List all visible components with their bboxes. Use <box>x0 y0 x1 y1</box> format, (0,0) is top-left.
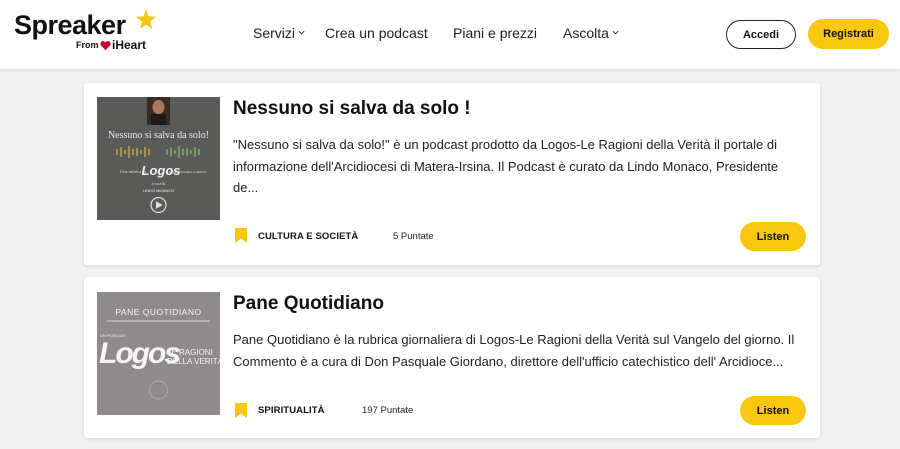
nav-item-crea-podcast[interactable]: Crea un podcast <box>325 25 428 41</box>
signup-button[interactable]: Registrati <box>808 19 889 49</box>
logo-from-text: From <box>76 40 99 50</box>
bookmark-icon <box>235 403 247 418</box>
chevron-down-icon <box>298 30 305 35</box>
cover-title-text: Nessuno si salva da solo! <box>108 130 209 141</box>
podcast-title[interactable]: Pane Quotidiano <box>233 293 384 315</box>
cover-brand-sub2-text: DELLA VERITÀ <box>167 357 220 366</box>
podcast-card[interactable]: Nessuno si salva da solo! Una rubrica di… <box>84 83 820 265</box>
bookmark-icon <box>235 228 247 243</box>
nav-item-label: Piani e prezzi <box>453 25 538 41</box>
nav-item-label: Servizi <box>253 25 296 41</box>
heart-icon <box>100 41 111 51</box>
site-header: Spreaker From iHeart Servizi Crea un pod… <box>0 0 900 70</box>
cover-title-text: PANE QUOTIDIANO <box>115 307 201 317</box>
podcast-category[interactable]: CULTURA E SOCIETÀ <box>258 231 358 242</box>
star-icon <box>135 8 157 30</box>
cover-artwork: Nessuno si salva da solo! Una rubrica di… <box>97 97 220 220</box>
cover-author-text: LINDO MONACO <box>143 188 174 193</box>
podcast-card[interactable]: PANE QUOTIDIANO UN PODCAST Logos LE RAGI… <box>84 277 820 438</box>
podcast-description: "Nessuno si salva da solo!" è un podcast… <box>233 137 779 195</box>
login-button[interactable]: Accedi <box>726 20 796 49</box>
cover-artwork: PANE QUOTIDIANO UN PODCAST Logos LE RAGI… <box>97 292 220 415</box>
cover-brand-sub-text: LE RAGIONI DELLA VERITÀ <box>167 170 206 174</box>
listen-button[interactable]: Listen <box>740 396 806 425</box>
listen-button[interactable]: Listen <box>740 222 806 251</box>
podcast-cover-image[interactable]: Nessuno si salva da solo! Una rubrica di… <box>97 97 220 220</box>
cover-line2-text: a cura di <box>152 181 167 186</box>
nav-item-ascolta[interactable]: Ascolta <box>563 25 619 41</box>
podcast-episode-count: 197 Puntate <box>362 405 414 416</box>
podcast-title[interactable]: Nessuno si salva da solo ! <box>233 98 471 120</box>
nav-item-piani-prezzi[interactable]: Piani e prezzi <box>453 25 537 41</box>
podcast-category[interactable]: SPIRITUALITÀ <box>258 405 325 416</box>
nav-item-label: Crea un podcast <box>325 25 428 41</box>
logo-iheart-text: iHeart <box>112 38 147 52</box>
podcast-cover-image[interactable]: PANE QUOTIDIANO UN PODCAST Logos LE RAGI… <box>97 292 220 415</box>
chevron-down-icon <box>612 30 619 35</box>
podcast-description: Pane Quotidiano è la rubrica giornaliera… <box>233 332 795 369</box>
logo-wordmark: Spreaker <box>14 10 126 40</box>
podcast-episode-count: 5 Puntate <box>393 231 434 242</box>
cover-brand-sub1-text: LE RAGIONI <box>167 348 213 357</box>
spreaker-logo[interactable]: Spreaker From iHeart <box>14 8 164 54</box>
nav-item-label: Ascolta <box>563 25 609 41</box>
nav-item-servizi[interactable]: Servizi <box>253 25 305 41</box>
